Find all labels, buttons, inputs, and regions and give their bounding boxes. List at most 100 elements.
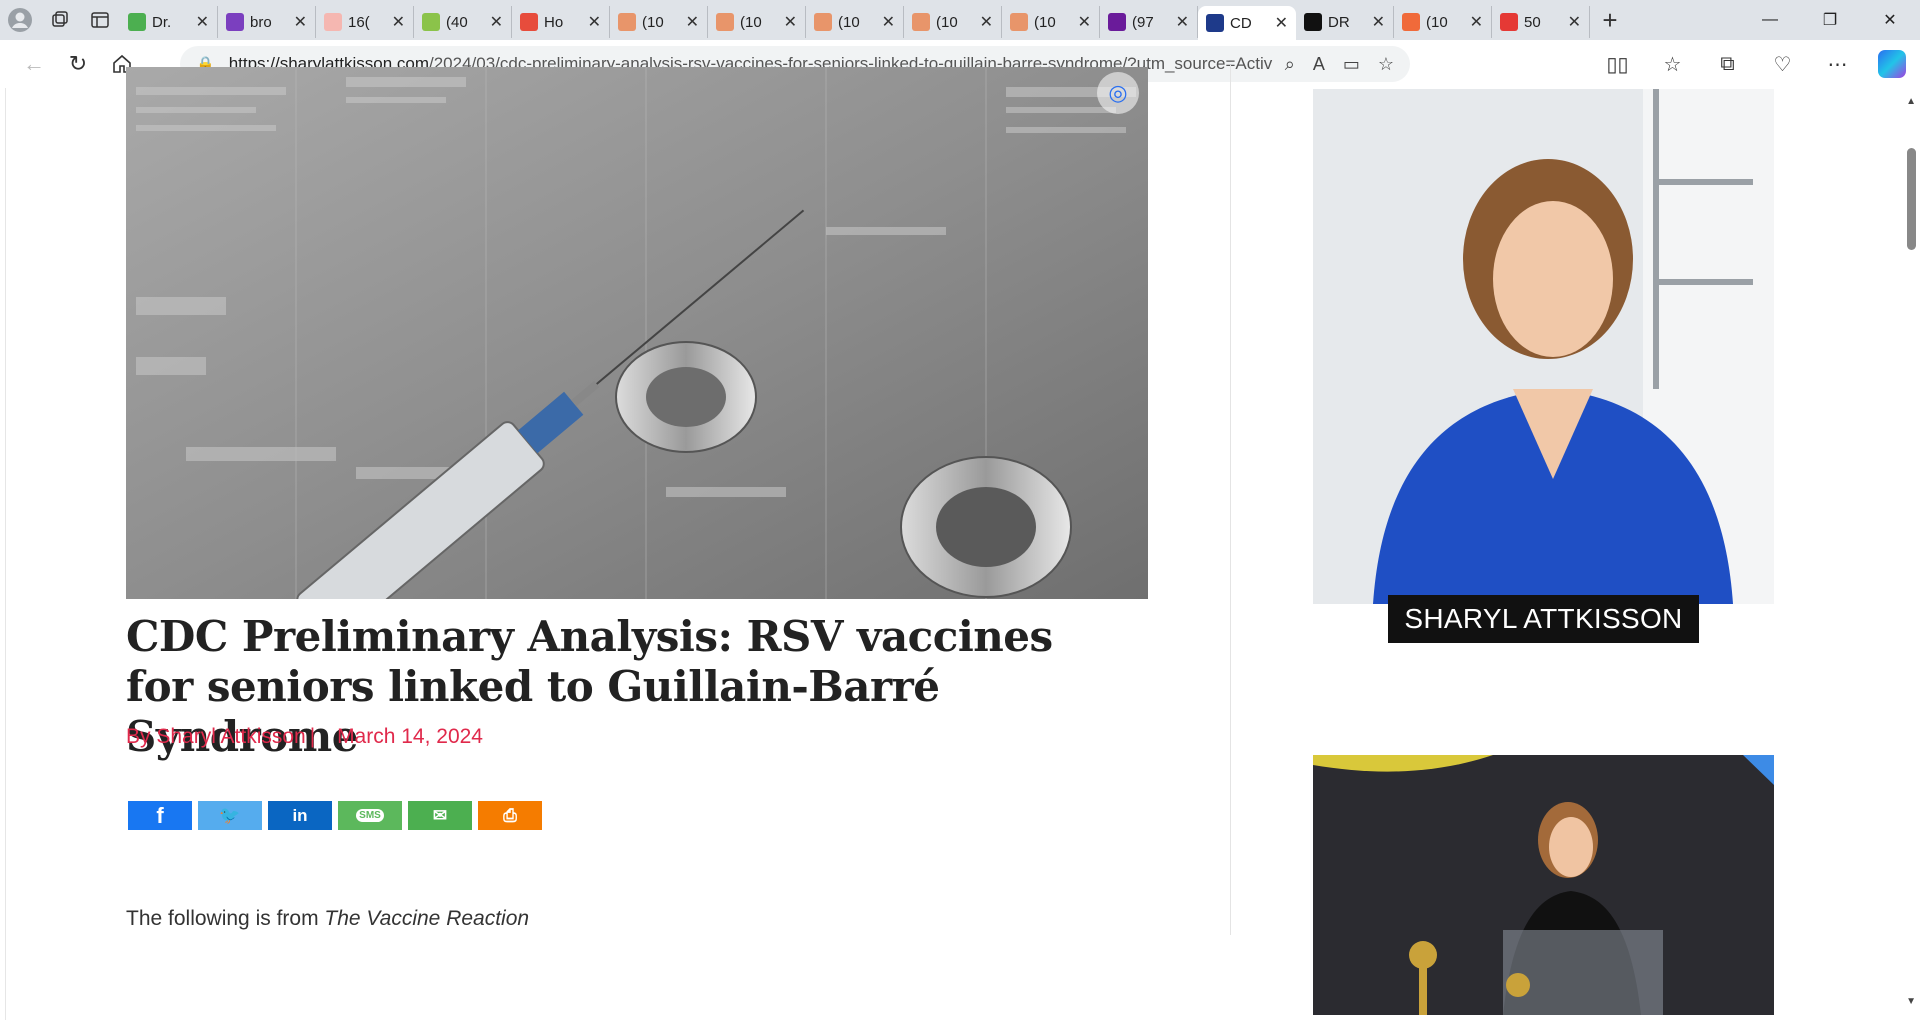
author-name-tag: SHARYL ATTKISSON (1388, 595, 1699, 643)
tab-title: (10 (642, 13, 664, 31)
copilot-icon[interactable] (1878, 50, 1906, 78)
browser-tab[interactable]: 16( ✕ (316, 6, 414, 38)
browser-tab[interactable]: bro ✕ (218, 6, 316, 38)
tab-favicon-icon (226, 13, 244, 31)
profile-icon[interactable] (0, 0, 40, 40)
tab-favicon-icon (1206, 14, 1224, 32)
visual-search-icon[interactable]: ◎ (1097, 72, 1139, 114)
close-tab-icon[interactable]: ✕ (588, 12, 601, 32)
refresh-button[interactable]: ↻ (56, 44, 100, 84)
close-tab-icon[interactable]: ✕ (1275, 13, 1288, 33)
close-tab-icon[interactable]: ✕ (980, 12, 993, 32)
browser-tab[interactable]: CD ✕ (1198, 6, 1296, 40)
article-hero-image (126, 67, 1148, 599)
speaking-photo[interactable] (1313, 755, 1774, 1015)
tab-favicon-icon (1402, 13, 1420, 31)
browser-tab[interactable]: (10 ✕ (1394, 6, 1492, 38)
new-tab-button[interactable]: + (1590, 0, 1630, 40)
zoom-icon[interactable]: ⌕ (1285, 54, 1295, 75)
tab-title: (10 (740, 13, 762, 31)
close-tab-icon[interactable]: ✕ (1078, 12, 1091, 32)
tab-title: (10 (1426, 13, 1448, 31)
twitter-icon: 🐦 (219, 805, 241, 825)
close-tab-icon[interactable]: ✕ (490, 12, 503, 32)
back-button[interactable]: ← (12, 44, 56, 84)
close-tab-icon[interactable]: ✕ (1176, 12, 1189, 32)
author-link[interactable]: By Sharyl Attkisson (126, 725, 306, 748)
tab-title: (40 (446, 13, 468, 31)
print-icon: ⎙ (503, 805, 517, 825)
browser-tab[interactable]: (10 ✕ (1002, 6, 1100, 38)
browser-tab[interactable]: 50 ✕ (1492, 6, 1590, 38)
close-window-button[interactable]: ✕ (1860, 0, 1920, 40)
tab-favicon-icon (912, 13, 930, 31)
restore-button[interactable]: ❐ (1800, 0, 1860, 40)
browser-tab[interactable]: Dr. ✕ (120, 6, 218, 38)
tab-title: (97 (1132, 13, 1154, 31)
intro-source-link[interactable]: The Vaccine Reaction (324, 907, 529, 930)
more-menu-icon[interactable]: ⋯ (1810, 44, 1865, 84)
tab-favicon-icon (520, 13, 538, 31)
intro-text: The following is from (126, 907, 325, 930)
close-tab-icon[interactable]: ✕ (686, 12, 699, 32)
browser-tab[interactable]: (10 ✕ (708, 6, 806, 38)
minimize-button[interactable]: — (1740, 0, 1800, 40)
browser-tab[interactable]: Ho ✕ (512, 6, 610, 38)
tab-title: (10 (1034, 13, 1056, 31)
facebook-share-button[interactable]: f (128, 801, 192, 830)
linkedin-share-button[interactable]: in (268, 801, 332, 830)
tab-favicon-icon (716, 13, 734, 31)
browser-tab[interactable]: (97 ✕ (1100, 6, 1198, 38)
browser-tab[interactable]: (40 ✕ (414, 6, 512, 38)
twitter-share-button[interactable]: 🐦 (198, 801, 262, 830)
tab-favicon-icon (422, 13, 440, 31)
tab-title: (10 (838, 13, 860, 31)
close-tab-icon[interactable]: ✕ (294, 12, 307, 32)
email-share-button[interactable]: ✉ (408, 801, 472, 830)
linkedin-icon: in (292, 805, 308, 825)
tab-favicon-icon (324, 13, 342, 31)
scroll-down-arrow-icon[interactable]: ▼ (1906, 996, 1916, 1007)
scrollbar-thumb[interactable] (1907, 148, 1916, 250)
browser-tab[interactable]: (10 ✕ (610, 6, 708, 38)
author-profile-photo[interactable] (1313, 89, 1774, 604)
tab-favicon-icon (618, 13, 636, 31)
tab-favicon-icon (1108, 13, 1126, 31)
tab-favicon-icon (128, 13, 146, 31)
close-tab-icon[interactable]: ✕ (1372, 12, 1385, 32)
print-share-button[interactable]: ⎙ (478, 801, 542, 830)
tab-title: 16( (348, 13, 370, 31)
tab-favicon-icon (1010, 13, 1028, 31)
browser-tab[interactable]: DR ✕ (1296, 6, 1394, 38)
scroll-up-arrow-icon[interactable]: ▲ (1906, 96, 1916, 107)
close-tab-icon[interactable]: ✕ (1568, 12, 1581, 32)
workspaces-icon[interactable] (40, 0, 80, 40)
browser-tab[interactable]: (10 ✕ (904, 6, 1002, 38)
close-tab-icon[interactable]: ✕ (392, 12, 405, 32)
browser-essentials-icon[interactable]: ♡ (1755, 44, 1810, 84)
close-tab-icon[interactable]: ✕ (196, 12, 209, 32)
publish-date: March 14, 2024 (337, 725, 483, 748)
collections-icon[interactable]: ⧉ (1700, 44, 1755, 84)
favorites-icon[interactable]: ☆ (1645, 44, 1700, 84)
tab-strip: Dr. ✕ bro ✕ 16(✕ (40 ✕ Ho ✕ (10 ✕ (10 ✕ (10 ✕ (10 ✕ (10 ✕(… (0, 0, 1920, 40)
immersive-reader-icon[interactable]: ▭ (1343, 54, 1360, 75)
browser-tab[interactable]: (10 ✕ (806, 6, 904, 38)
close-tab-icon[interactable]: ✕ (882, 12, 895, 32)
read-aloud-icon[interactable]: A (1313, 54, 1325, 75)
tab-title: 50 (1524, 13, 1541, 31)
tab-title: DR (1328, 13, 1350, 31)
sidebar-divider (1230, 65, 1231, 935)
facebook-icon: f (156, 802, 164, 828)
sms-share-button[interactable]: SMS (338, 801, 402, 830)
tab-actions-icon[interactable] (80, 0, 120, 40)
article-intro: The following is from The Vaccine Reacti… (126, 907, 529, 931)
tab-title: CD (1230, 14, 1252, 32)
close-tab-icon[interactable]: ✕ (1470, 12, 1483, 32)
byline-separator: | (309, 725, 316, 748)
favorite-star-icon[interactable]: ☆ (1378, 54, 1394, 75)
close-tab-icon[interactable]: ✕ (784, 12, 797, 32)
split-screen-icon[interactable]: ▯▯ (1590, 44, 1645, 84)
tab-favicon-icon (1500, 13, 1518, 31)
tab-title: bro (250, 13, 272, 31)
